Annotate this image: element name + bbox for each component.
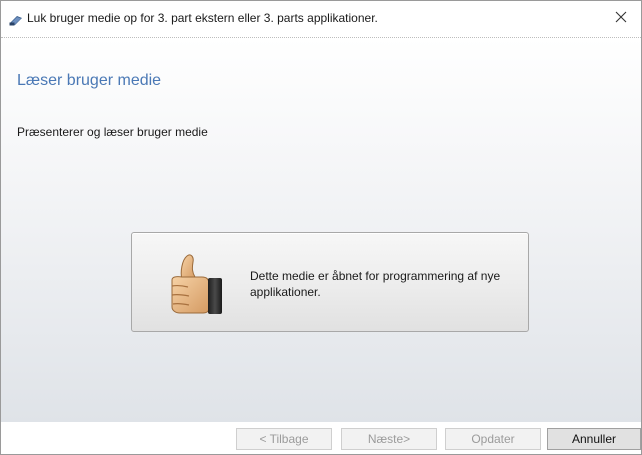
page-title: Læser bruger medie [17,72,162,89]
cancel-button[interactable]: Annuller [547,428,641,450]
card-reader-icon [9,13,23,26]
back-button[interactable]: < Tilbage [236,428,332,450]
dialog-window: Luk bruger medie op for 3. part ekstern … [0,0,642,455]
close-button[interactable] [601,1,641,37]
title-bar: Luk bruger medie op for 3. part ekstern … [1,1,641,38]
update-button[interactable]: Opdater [445,428,541,450]
status-message-panel: Dette medie er åbnet for programmering a… [131,232,529,332]
page-subtitle: Præsenterer og læser bruger medie [17,125,208,139]
thumbs-up-icon [162,250,228,316]
button-bar: < Tilbage Næste> Opdater Annuller [1,422,641,454]
close-icon [615,10,627,28]
wizard-content: Læser bruger medie Præsenterer og læser … [1,38,641,422]
status-message-text: Dette medie er åbnet for programmering a… [250,269,501,299]
next-button[interactable]: Næste> [341,428,437,450]
window-title: Luk bruger medie op for 3. part ekstern … [27,11,378,25]
